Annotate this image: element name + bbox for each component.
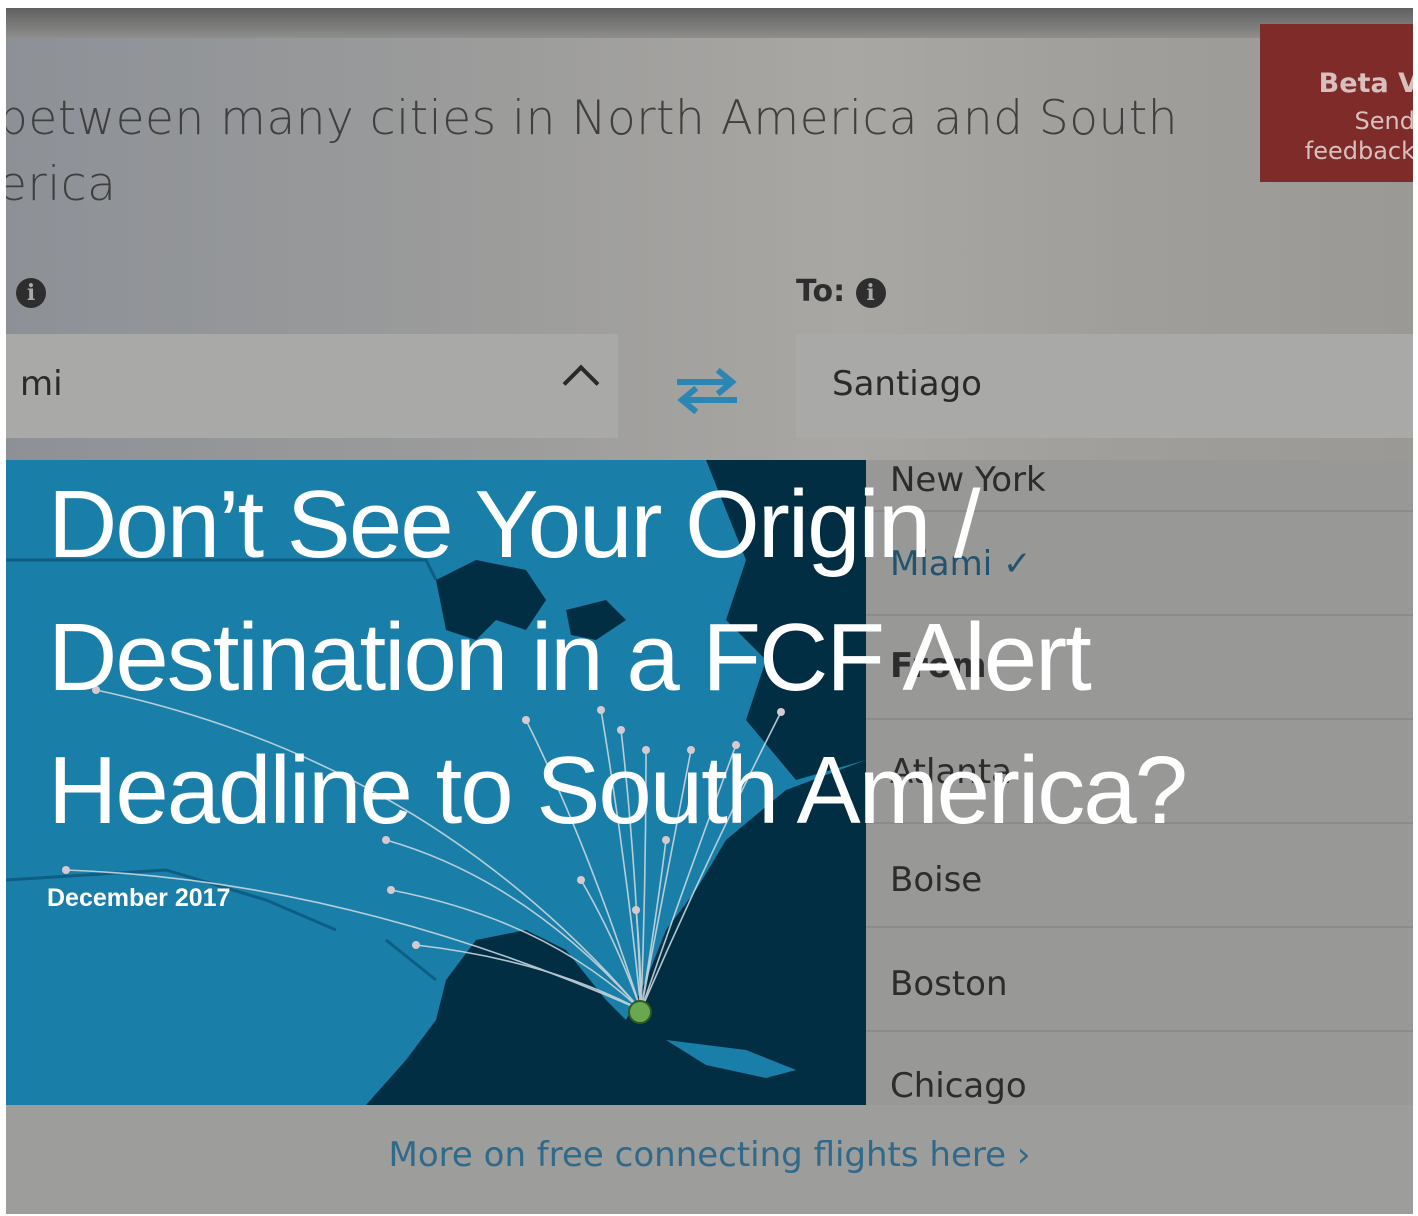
headline-line-1: Don’t See Your Origin / [48,471,981,578]
beta-feedback-text: Send feedback [1305,106,1413,166]
article-date: December 2017 [47,884,231,912]
to-label: To: i [796,274,886,309]
beta-feedback-button[interactable]: Beta V Send feedback [1260,24,1413,182]
list-item-label: Boise [890,860,983,900]
intro-line-1: between many cities in North America and… [6,91,1178,146]
list-item[interactable]: Boston [866,928,1413,1032]
from-select[interactable]: mi [6,334,618,438]
info-icon[interactable]: i [16,277,46,308]
article-headline: Don’t See Your Origin / Destination in a… [48,458,1378,857]
to-value: Santiago [832,364,982,404]
to-label-text: To: [796,274,846,309]
from-value: mi [20,364,63,404]
list-item-label: Boston [890,964,1008,1004]
beta-feedback-label: feedback [1304,137,1413,165]
miami-hub-marker [628,1000,652,1024]
info-icon[interactable]: i [855,277,886,308]
headline-line-2: Destination in a FCF Alert [48,604,1092,711]
from-label: i [16,274,46,309]
beta-send-label: Send [1354,107,1413,135]
chevron-up-icon[interactable] [562,364,600,402]
footer-bar: More on free connecting flights here › [6,1105,1413,1214]
swap-arrows-icon[interactable] [674,368,740,414]
headline-line-3: Headline to South America? [48,737,1188,844]
intro-text: between many cities in North America and… [6,86,1198,218]
beta-title: Beta V [1318,68,1413,99]
list-item-label: Chicago [890,1066,1027,1106]
more-info-link[interactable]: More on free connecting flights here › [6,1135,1413,1175]
intro-line-2: erica [6,157,117,212]
